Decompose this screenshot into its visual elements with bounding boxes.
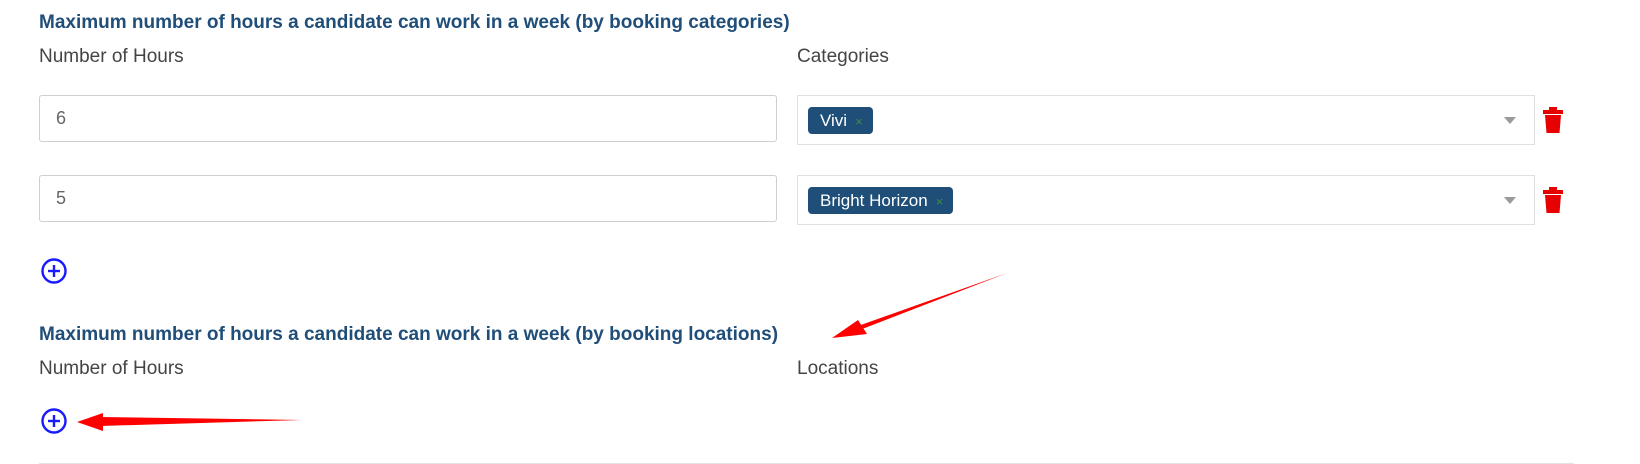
category-tag: Vivi × xyxy=(808,107,873,134)
trash-icon[interactable] xyxy=(1543,107,1563,133)
caret-down-icon[interactable] xyxy=(1504,117,1516,124)
category-tag-label: Vivi xyxy=(820,111,848,130)
hours-input-row-1[interactable] xyxy=(39,95,777,142)
hours-input-row-2[interactable] xyxy=(39,175,777,222)
category-select-row-1[interactable]: Vivi × xyxy=(797,95,1535,145)
plus-circle-icon[interactable] xyxy=(41,408,67,434)
categories-hours-label: Number of Hours xyxy=(39,46,184,67)
trash-icon[interactable] xyxy=(1543,187,1563,213)
annotation-arrow-upper xyxy=(832,273,1007,338)
annotation-arrows xyxy=(77,273,1007,431)
category-tag-label: Bright Horizon xyxy=(820,191,928,210)
locations-label: Locations xyxy=(797,358,879,379)
locations-hours-label: Number of Hours xyxy=(39,358,184,379)
plus-circle-icon[interactable] xyxy=(41,258,67,284)
caret-down-icon[interactable] xyxy=(1504,197,1516,204)
annotation-arrow-lower xyxy=(77,413,302,431)
locations-section-title: Maximum number of hours a candidate can … xyxy=(39,324,779,345)
category-tag: Bright Horizon × xyxy=(808,187,954,215)
tag-remove-icon[interactable]: × xyxy=(936,188,944,215)
categories-label: Categories xyxy=(797,46,889,67)
categories-section-title: Maximum number of hours a candidate can … xyxy=(39,12,790,33)
category-select-row-2[interactable]: Bright Horizon × xyxy=(797,175,1535,225)
tag-remove-icon[interactable]: × xyxy=(855,108,863,135)
